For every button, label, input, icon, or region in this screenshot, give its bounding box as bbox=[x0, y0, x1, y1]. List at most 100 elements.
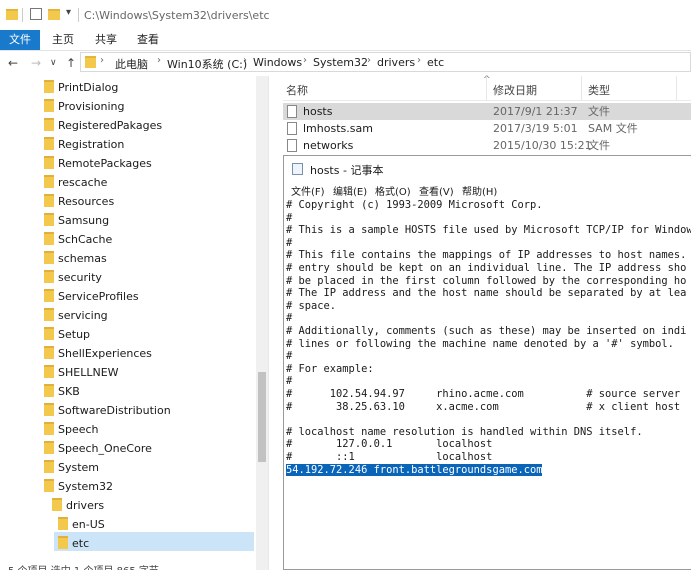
recent-locations-button[interactable]: ∨ bbox=[50, 58, 57, 68]
tree-item-etc[interactable]: etc bbox=[58, 534, 89, 553]
breadcrumb-windows[interactable]: Windows bbox=[253, 56, 302, 69]
menu-help[interactable]: 帮助(H) bbox=[462, 183, 497, 198]
text-line: # Copyright (c) 1993-2009 Microsoft Corp… bbox=[286, 199, 543, 211]
tree-item-drivers[interactable]: drivers bbox=[52, 496, 104, 515]
title-bar: ▾ C:\Windows\System32\drivers\etc bbox=[0, 0, 691, 30]
breadcrumb-drive-c[interactable]: Win10系统 (C:) bbox=[167, 56, 247, 72]
folder-icon bbox=[44, 384, 54, 397]
tree-item-skb[interactable]: SKB bbox=[44, 382, 80, 401]
tree-item-shellexperiences[interactable]: ShellExperiences bbox=[44, 344, 152, 363]
separator bbox=[78, 8, 79, 22]
folder-icon bbox=[44, 289, 54, 302]
text-line: # This file contains the mappings of IP … bbox=[286, 249, 687, 262]
tree-scrollbar-thumb[interactable] bbox=[258, 372, 266, 462]
menu-view[interactable]: 查看(V) bbox=[419, 183, 454, 198]
tree-item-system[interactable]: System bbox=[44, 458, 99, 477]
ribbon: 文件 主页 共享 查看 bbox=[0, 30, 691, 51]
breadcrumb-system32[interactable]: System32 bbox=[313, 56, 368, 69]
notepad-menu-bar: 文件(F) 编辑(E) 格式(O) 查看(V) 帮助(H) bbox=[284, 181, 691, 199]
notepad-window[interactable]: hosts - 记事本 文件(F) 编辑(E) 格式(O) 查看(V) 帮助(H… bbox=[283, 155, 691, 570]
folder-icon bbox=[6, 9, 18, 20]
tree-item-system32[interactable]: System32 bbox=[44, 477, 113, 496]
navigation-tree[interactable]: PrintDialog Provisioning RegisteredPakag… bbox=[0, 76, 269, 570]
text-line: # 102.54.94.97 rhino.acme.com # source s… bbox=[286, 388, 681, 400]
tab-share[interactable]: 共享 bbox=[95, 30, 117, 50]
column-divider[interactable] bbox=[581, 76, 582, 100]
tree-item-setup[interactable]: Setup bbox=[44, 325, 90, 344]
folder-icon bbox=[44, 175, 54, 188]
properties-icon[interactable] bbox=[30, 8, 42, 20]
chevron-right-icon[interactable]: › bbox=[157, 55, 161, 66]
notepad-text-area[interactable]: # Copyright (c) 1993-2009 Microsoft Corp… bbox=[286, 199, 691, 569]
tree-item-resources[interactable]: Resources bbox=[44, 192, 114, 211]
chevron-right-icon[interactable]: › bbox=[243, 55, 247, 66]
file-row-lmhosts[interactable]: lmhosts.sam 2017/3/19 5:01 SAM 文件 bbox=[283, 120, 691, 137]
quick-access-dropdown-icon[interactable]: ▾ bbox=[66, 7, 71, 18]
tree-item-remotepackages[interactable]: RemotePackages bbox=[44, 154, 152, 173]
tree-item-shellnew[interactable]: SHELLNEW bbox=[44, 363, 119, 382]
tree-item-schcache[interactable]: SchCache bbox=[44, 230, 112, 249]
column-divider[interactable] bbox=[486, 76, 487, 100]
text-line: # space. bbox=[286, 299, 337, 312]
up-button[interactable]: ↑ bbox=[66, 56, 76, 70]
tree-item-schemas[interactable]: schemas bbox=[44, 249, 107, 268]
tree-item-speech[interactable]: Speech bbox=[44, 420, 99, 439]
column-header-date[interactable]: 修改日期 bbox=[493, 82, 537, 98]
folder-icon bbox=[44, 441, 54, 454]
column-header-type[interactable]: 类型 bbox=[588, 82, 610, 98]
text-line: # For example: bbox=[286, 362, 374, 375]
chevron-right-icon[interactable]: › bbox=[417, 55, 421, 66]
text-line: # bbox=[286, 312, 293, 325]
tree-item-softwaredistribution[interactable]: SoftwareDistribution bbox=[44, 401, 171, 420]
tab-file[interactable]: 文件 bbox=[0, 30, 40, 50]
text-line: # The IP address and the host name shoul… bbox=[286, 287, 687, 300]
back-button[interactable]: ← bbox=[8, 56, 18, 70]
tree-item-registeredpakages[interactable]: RegisteredPakages bbox=[44, 116, 162, 135]
new-folder-icon[interactable] bbox=[48, 9, 60, 20]
menu-format[interactable]: 格式(O) bbox=[375, 183, 411, 198]
file-date: 2015/10/30 15:21 bbox=[493, 139, 592, 152]
menu-file[interactable]: 文件(F) bbox=[291, 183, 325, 198]
tree-item-registration[interactable]: Registration bbox=[44, 135, 124, 154]
tree-item-speech-onecore[interactable]: Speech_OneCore bbox=[44, 439, 152, 458]
chevron-right-icon[interactable]: › bbox=[303, 55, 307, 66]
tree-item-security[interactable]: security bbox=[44, 268, 102, 287]
address-bar[interactable]: › 此电脑 › Win10系统 (C:) › Windows › System3… bbox=[80, 52, 691, 72]
folder-icon bbox=[44, 232, 54, 245]
column-header-name[interactable]: 名称 bbox=[286, 82, 308, 98]
file-type: 文件 bbox=[588, 139, 610, 152]
folder-icon bbox=[58, 536, 68, 549]
column-divider[interactable] bbox=[676, 76, 677, 100]
forward-button[interactable]: → bbox=[31, 56, 41, 70]
notepad-title-bar[interactable]: hosts - 记事本 bbox=[284, 156, 691, 181]
folder-icon bbox=[44, 251, 54, 264]
tree-item-servicing[interactable]: servicing bbox=[44, 306, 108, 325]
text-line: # This is a sample HOSTS file used by Mi… bbox=[286, 224, 691, 237]
file-row-hosts[interactable]: hosts 2017/9/1 21:37 文件 bbox=[283, 103, 691, 120]
folder-icon bbox=[44, 346, 54, 359]
tab-home[interactable]: 主页 bbox=[52, 30, 74, 50]
menu-edit[interactable]: 编辑(E) bbox=[333, 183, 367, 198]
folder-icon bbox=[44, 156, 54, 169]
breadcrumb-this-pc[interactable]: 此电脑 bbox=[115, 56, 148, 72]
tree-item-printdialog[interactable]: PrintDialog bbox=[44, 78, 118, 97]
file-row-networks[interactable]: networks 2015/10/30 15:21 文件 bbox=[283, 137, 691, 154]
text-line: # bbox=[286, 236, 293, 249]
tree-scrollbar[interactable] bbox=[256, 76, 268, 570]
file-date: 2017/9/1 21:37 bbox=[493, 105, 578, 118]
window-title: C:\Windows\System32\drivers\etc bbox=[84, 9, 270, 22]
chevron-right-icon[interactable]: › bbox=[367, 55, 371, 66]
tree-item-en-us[interactable]: en-US bbox=[58, 515, 105, 534]
file-name: networks bbox=[303, 139, 354, 152]
tree-item-serviceprofiles[interactable]: ServiceProfiles bbox=[44, 287, 139, 306]
tree-item-rescache[interactable]: rescache bbox=[44, 173, 107, 192]
breadcrumb-etc[interactable]: etc bbox=[427, 56, 444, 69]
folder-icon bbox=[44, 270, 54, 283]
tree-item-samsung[interactable]: Samsung bbox=[44, 211, 109, 230]
text-line: # bbox=[286, 350, 293, 363]
tab-view[interactable]: 查看 bbox=[137, 30, 159, 50]
chevron-right-icon[interactable]: › bbox=[100, 55, 104, 66]
tree-item-provisioning[interactable]: Provisioning bbox=[44, 97, 125, 116]
breadcrumb-drivers[interactable]: drivers bbox=[377, 56, 415, 69]
text-line-selected: 54.192.72.246 front.battlegroundsgame.co… bbox=[286, 463, 543, 477]
